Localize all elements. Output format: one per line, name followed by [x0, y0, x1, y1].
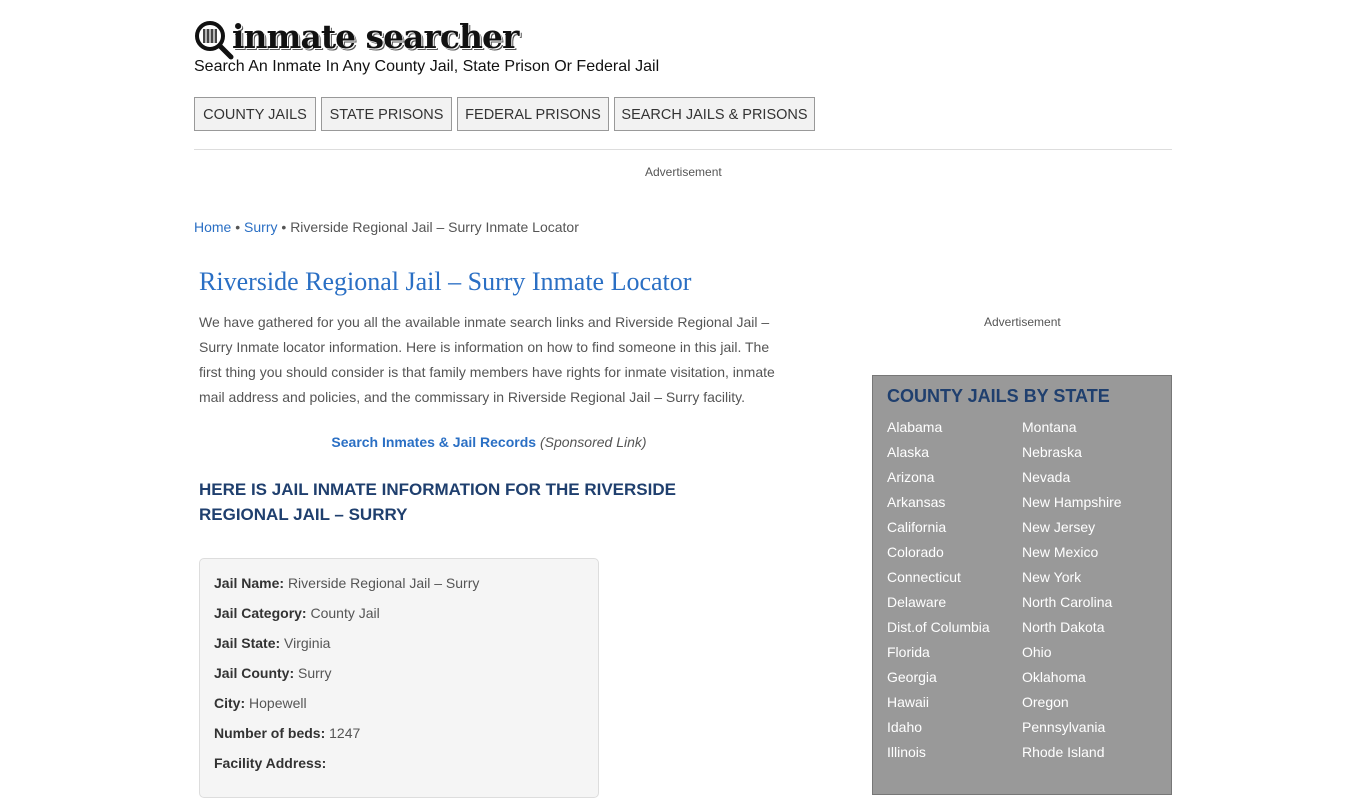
nav-federal-prisons-button[interactable]: FEDERAL PRISONS — [457, 97, 609, 131]
state-link[interactable]: Colorado — [887, 544, 944, 560]
state-link[interactable]: New Hampshire — [1022, 494, 1122, 510]
state-link[interactable]: North Carolina — [1022, 594, 1112, 610]
state-link[interactable]: Oklahoma — [1022, 669, 1086, 685]
state-link[interactable]: Arkansas — [887, 494, 945, 510]
site-logo[interactable]: inmate searcher — [194, 18, 519, 60]
nav-search-jails-prisons-button[interactable]: SEARCH JAILS & PRISONS — [614, 97, 815, 131]
state-link[interactable]: Pennsylvania — [1022, 719, 1105, 735]
state-link[interactable]: Connecticut — [887, 569, 961, 585]
state-link[interactable]: Montana — [1022, 419, 1076, 435]
sidebar-title: County Jails By State — [887, 386, 1110, 406]
state-link[interactable]: New York — [1022, 569, 1081, 585]
site-tagline: Search An Inmate In Any County Jail, Sta… — [194, 58, 660, 75]
state-link[interactable]: Arizona — [887, 469, 934, 485]
state-link[interactable]: Florida — [887, 644, 930, 660]
info-value: Virginia — [284, 635, 331, 651]
info-label: Jail Name: — [214, 575, 285, 591]
state-link[interactable]: Illinois — [887, 744, 926, 760]
info-label: Jail County: — [214, 665, 295, 681]
info-row-number-of-beds: Number of beds: 1247 — [214, 725, 360, 741]
info-value: County Jail — [310, 605, 380, 621]
state-link[interactable]: Oregon — [1022, 694, 1069, 710]
info-row-jail-name: Jail Name: Riverside Regional Jail – Sur… — [214, 575, 479, 591]
info-row-jail-category: Jail Category: County Jail — [214, 605, 380, 621]
search-inmates-link[interactable]: Search Inmates & Jail Records — [331, 434, 536, 450]
sidebar-advertisement-label: Advertisement — [984, 315, 1061, 329]
breadcrumb: Home • Surry • Riverside Regional Jail –… — [194, 219, 579, 235]
info-row-jail-state: Jail State: Virginia — [214, 635, 330, 651]
info-value: Surry — [298, 665, 332, 681]
header-divider — [194, 149, 1172, 150]
info-value: 1247 — [329, 725, 361, 741]
top-advertisement-label: Advertisement — [645, 165, 722, 179]
state-link[interactable]: Dist.of Columbia — [887, 619, 990, 635]
magnifier-icon — [195, 21, 234, 60]
nav-state-prisons-button[interactable]: STATE PRISONS — [321, 97, 452, 131]
info-value: Riverside Regional Jail – Surry — [287, 575, 480, 591]
state-link[interactable]: California — [887, 519, 946, 535]
state-link[interactable]: Ohio — [1022, 644, 1052, 660]
info-label: City: — [214, 695, 246, 711]
info-value: Hopewell — [249, 695, 307, 711]
info-label: Number of beds: — [214, 725, 326, 741]
breadcrumb-current: Riverside Regional Jail – Surry Inmate L… — [290, 219, 579, 235]
page-title: Riverside Regional Jail – Surry Inmate L… — [199, 267, 692, 296]
logo-text: inmate searcher — [232, 17, 519, 56]
info-row-city: City: Hopewell — [214, 695, 307, 711]
breadcrumb-county-link[interactable]: Surry — [244, 219, 277, 235]
nav-county-jails-button[interactable]: COUNTY JAILS — [194, 97, 316, 131]
info-label: Facility Address: — [214, 755, 327, 771]
state-link[interactable]: Delaware — [887, 594, 946, 610]
sponsored-note: (Sponsored Link) — [539, 434, 647, 450]
sponsored-section: Search Inmates & Jail Records (Sponsored… — [199, 434, 779, 450]
state-link[interactable]: Nebraska — [1022, 444, 1082, 460]
info-label: Jail Category: — [214, 605, 307, 621]
breadcrumb-separator: • — [235, 219, 241, 235]
state-link[interactable]: Alaska — [887, 444, 929, 460]
state-link[interactable]: Hawaii — [887, 694, 929, 710]
breadcrumb-home-link[interactable]: Home — [194, 219, 231, 235]
state-link[interactable]: New Mexico — [1022, 544, 1098, 560]
county-jails-by-state-box: County Jails By State Alabama Alaska Arizo… — [872, 375, 1172, 795]
info-row-facility-address: Facility Address: — [214, 755, 326, 771]
breadcrumb-separator: • — [281, 219, 287, 235]
state-link[interactable]: Georgia — [887, 669, 937, 685]
intro-paragraph: We have gathered for you all the availab… — [199, 314, 775, 405]
state-link[interactable]: North Dakota — [1022, 619, 1104, 635]
info-row-jail-county: Jail County: Surry — [214, 665, 331, 681]
state-link[interactable]: New Jersey — [1022, 519, 1095, 535]
info-heading: Here is Jail Inmate Information for the … — [199, 480, 676, 524]
state-link[interactable]: Idaho — [887, 719, 922, 735]
info-label: Jail State: — [214, 635, 281, 651]
state-link[interactable]: Nevada — [1022, 469, 1070, 485]
jail-info-card: Jail Name: Riverside Regional Jail – Sur… — [199, 558, 599, 798]
state-link[interactable]: Alabama — [887, 419, 942, 435]
state-link[interactable]: Rhode Island — [1022, 744, 1105, 760]
